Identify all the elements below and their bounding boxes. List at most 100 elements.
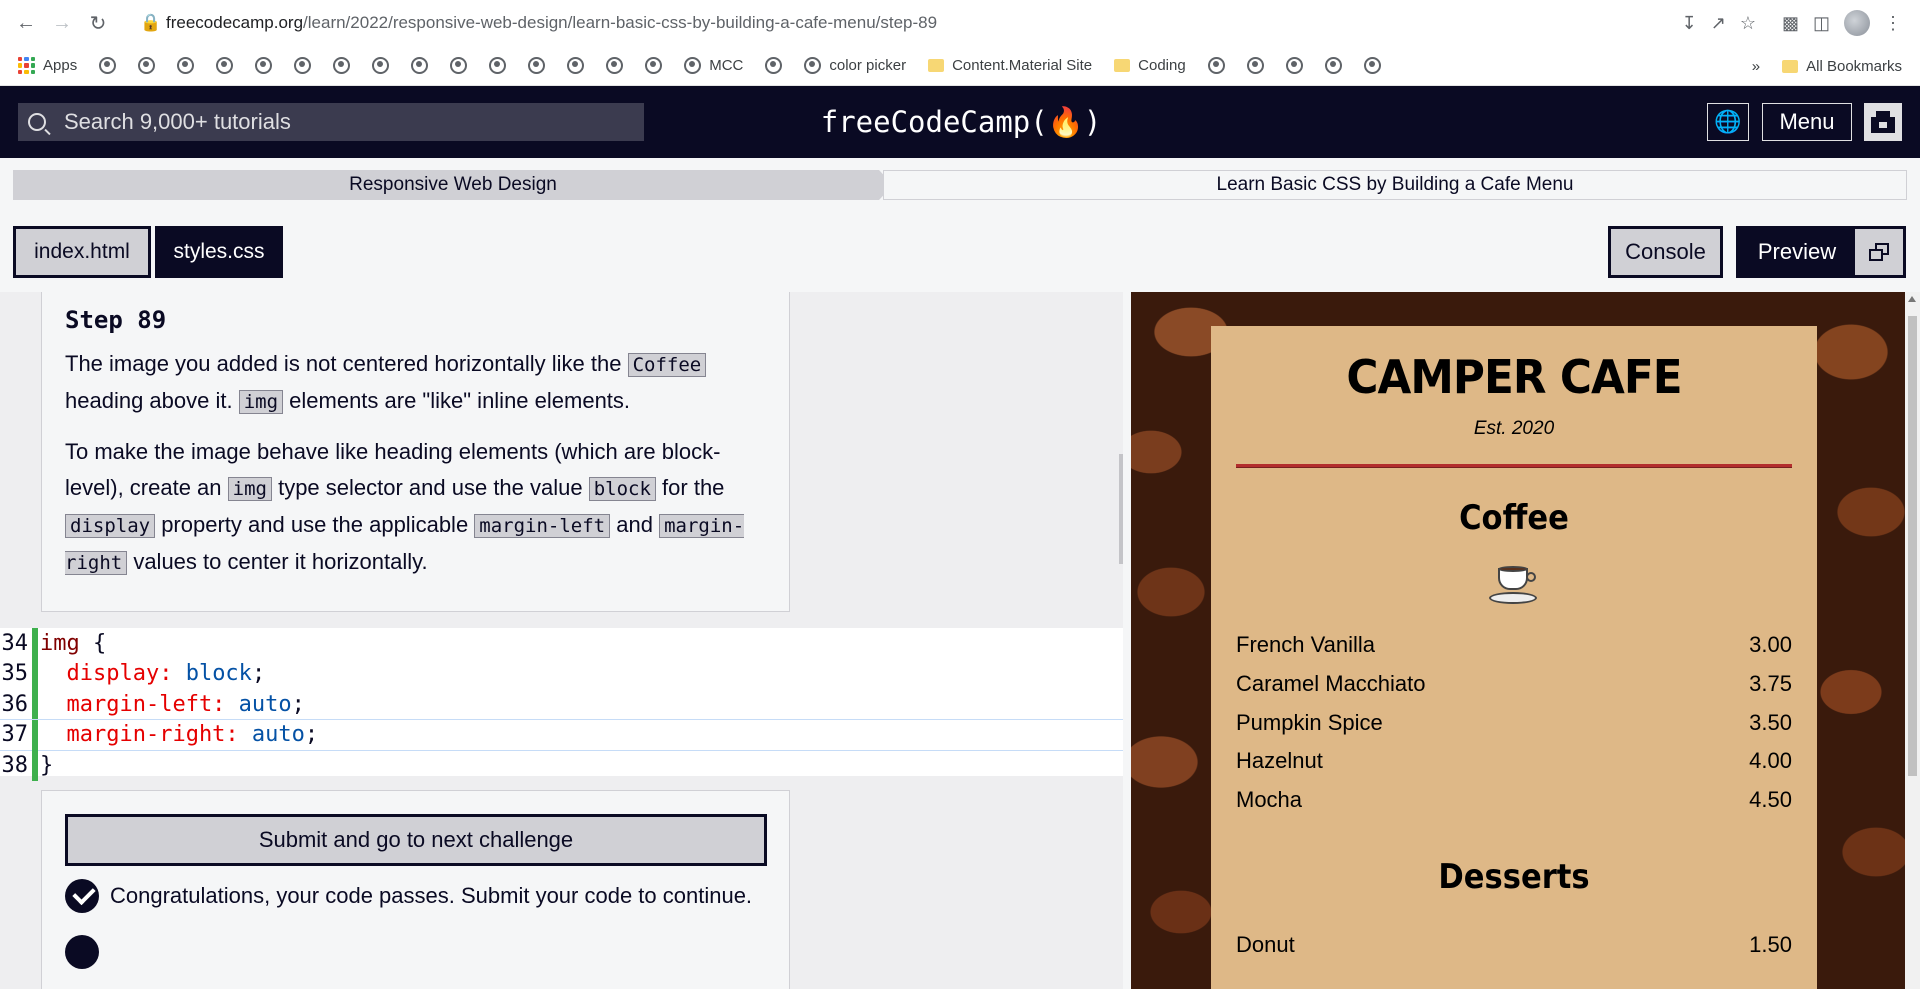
bookmark-label: Coding bbox=[1138, 57, 1186, 74]
popout-preview-button[interactable] bbox=[1855, 229, 1903, 275]
bookmark-item[interactable] bbox=[645, 57, 663, 74]
bookmark-color-picker[interactable]: color picker bbox=[804, 57, 906, 74]
globe-icon bbox=[372, 57, 390, 74]
css-selector: img bbox=[40, 630, 80, 656]
language-button[interactable]: 🌐 bbox=[1707, 103, 1749, 141]
bookmark-label: MCC bbox=[709, 57, 744, 74]
globe-icon bbox=[645, 57, 663, 74]
bookmark-mcc[interactable]: MCC bbox=[684, 57, 743, 74]
gutter-marker bbox=[32, 628, 38, 659]
tab-index-html[interactable]: index.html bbox=[13, 226, 151, 278]
bookmark-label: Content.Material Site bbox=[952, 57, 1093, 74]
sidepanel-icon[interactable]: ◫ bbox=[1813, 13, 1830, 34]
bookmark-item[interactable] bbox=[1363, 57, 1381, 74]
globe-icon bbox=[1363, 57, 1381, 74]
menu-button[interactable]: Menu bbox=[1762, 103, 1852, 141]
action-panel: Submit and go to next challenge Congratu… bbox=[41, 790, 790, 989]
bookmark-item[interactable] bbox=[294, 57, 312, 74]
bookmark-item[interactable] bbox=[255, 57, 273, 74]
kebab-menu-icon[interactable]: ⋮ bbox=[1884, 13, 1902, 34]
address-bar[interactable]: 🔒 freecodecamp.org/learn/2022/responsive… bbox=[140, 6, 1880, 40]
scrollbar-thumb[interactable] bbox=[1908, 316, 1917, 776]
search-placeholder: Search 9,000+ tutorials bbox=[64, 109, 291, 134]
menu-item: Caramel Macchiato 3.75 bbox=[1236, 665, 1792, 704]
bookmark-item[interactable] bbox=[138, 57, 156, 74]
code-text: { bbox=[79, 630, 107, 656]
browser-toolbar: ← → ↻ 🔒 freecodecamp.org/learn/2022/resp… bbox=[0, 0, 1920, 46]
cafe-name: CAMPER CAFE bbox=[1346, 350, 1682, 404]
bookmark-item[interactable] bbox=[177, 57, 195, 74]
code-editor[interactable]: 34 img { 35 display: block; 36 margin-le… bbox=[0, 628, 1123, 781]
avatar[interactable] bbox=[1864, 103, 1902, 141]
css-property: display: bbox=[40, 661, 173, 687]
bookmark-item[interactable] bbox=[216, 57, 234, 74]
bookmark-item[interactable] bbox=[372, 57, 390, 74]
bookmark-item[interactable] bbox=[1285, 57, 1303, 74]
item-name: Hazelnut bbox=[1236, 748, 1323, 774]
bookmark-item[interactable] bbox=[333, 57, 351, 74]
bookmark-item[interactable] bbox=[1324, 57, 1342, 74]
instructions-scrollbar[interactable] bbox=[1119, 454, 1123, 564]
bookmark-content-material[interactable]: Content.Material Site bbox=[928, 57, 1092, 74]
bookmark-item[interactable] bbox=[411, 57, 429, 74]
globe-icon bbox=[567, 57, 585, 74]
forward-icon[interactable]: → bbox=[44, 5, 80, 41]
bookmark-item[interactable] bbox=[1246, 57, 1264, 74]
bookmark-item[interactable] bbox=[450, 57, 468, 74]
divider bbox=[1236, 464, 1792, 468]
bookmark-coding[interactable]: Coding bbox=[1114, 57, 1186, 74]
css-property: margin-left: bbox=[40, 691, 226, 717]
globe-icon bbox=[489, 57, 507, 74]
fcc-logo[interactable]: freeCodeCamp(🔥) bbox=[821, 100, 1102, 144]
bookmark-item[interactable] bbox=[528, 57, 546, 74]
gutter-marker bbox=[32, 750, 38, 781]
globe-icon bbox=[411, 57, 429, 74]
star-icon[interactable]: ☆ bbox=[1740, 13, 1756, 34]
bookmarks-overflow-icon[interactable]: » bbox=[1752, 58, 1760, 75]
globe-icon bbox=[684, 57, 702, 74]
share-icon[interactable]: ↗ bbox=[1711, 13, 1726, 34]
bookmark-all[interactable]: All Bookmarks bbox=[1782, 58, 1902, 75]
bookmark-item[interactable] bbox=[567, 57, 585, 74]
breadcrumb-project[interactable]: Learn Basic CSS by Building a Cafe Menu bbox=[883, 170, 1907, 200]
text: type selector and use the value bbox=[271, 475, 589, 500]
bookmark-item[interactable] bbox=[489, 57, 507, 74]
left-pane: Step 89 The image you added is not cente… bbox=[0, 292, 1123, 989]
css-value: auto bbox=[238, 722, 305, 748]
bookmark-apps[interactable]: Apps bbox=[18, 57, 77, 74]
code-line-active[interactable]: 37 margin-right: auto; bbox=[0, 718, 1123, 751]
bookmark-item[interactable] bbox=[1207, 57, 1225, 74]
code-line[interactable]: 36 margin-left: auto; bbox=[0, 689, 1123, 720]
menu-item: Mocha 4.50 bbox=[1236, 781, 1792, 820]
item-price: 4.50 bbox=[1749, 787, 1792, 813]
reload-icon[interactable]: ↻ bbox=[80, 5, 116, 41]
globe-icon bbox=[333, 57, 351, 74]
bookmark-item[interactable] bbox=[765, 57, 783, 74]
instructions-panel: Step 89 The image you added is not cente… bbox=[41, 292, 790, 612]
bookmark-item[interactable] bbox=[606, 57, 624, 74]
inline-code: display bbox=[65, 514, 156, 538]
code-line[interactable]: 34 img { bbox=[0, 628, 1123, 659]
gutter-marker bbox=[32, 719, 38, 750]
preview-scrollbar[interactable] bbox=[1905, 292, 1920, 989]
preview-button[interactable]: Preview bbox=[1736, 226, 1906, 278]
bookmark-item[interactable] bbox=[99, 57, 117, 74]
console-button[interactable]: Console bbox=[1608, 226, 1723, 278]
check-circle-icon bbox=[65, 935, 99, 969]
scroll-up-icon[interactable] bbox=[1908, 296, 1916, 302]
globe-icon bbox=[1207, 57, 1225, 74]
tab-styles-css[interactable]: styles.css bbox=[155, 226, 283, 278]
code-line[interactable]: 38 } bbox=[0, 750, 1123, 781]
breadcrumb-course[interactable]: Responsive Web Design bbox=[13, 170, 893, 200]
bookmark-label: Apps bbox=[43, 57, 78, 74]
item-price: 3.00 bbox=[1749, 632, 1792, 658]
inline-code: img bbox=[227, 477, 272, 501]
extensions-icon[interactable]: ▩ bbox=[1782, 13, 1799, 34]
submit-button[interactable]: Submit and go to next challenge bbox=[65, 814, 767, 866]
code-line[interactable]: 35 display: block; bbox=[0, 658, 1123, 689]
profile-avatar[interactable] bbox=[1844, 10, 1870, 36]
back-icon[interactable]: ← bbox=[8, 5, 44, 41]
globe-icon bbox=[1246, 57, 1264, 74]
install-icon[interactable]: ↧ bbox=[1682, 13, 1697, 34]
search-input[interactable]: Search 9,000+ tutorials bbox=[18, 103, 644, 141]
